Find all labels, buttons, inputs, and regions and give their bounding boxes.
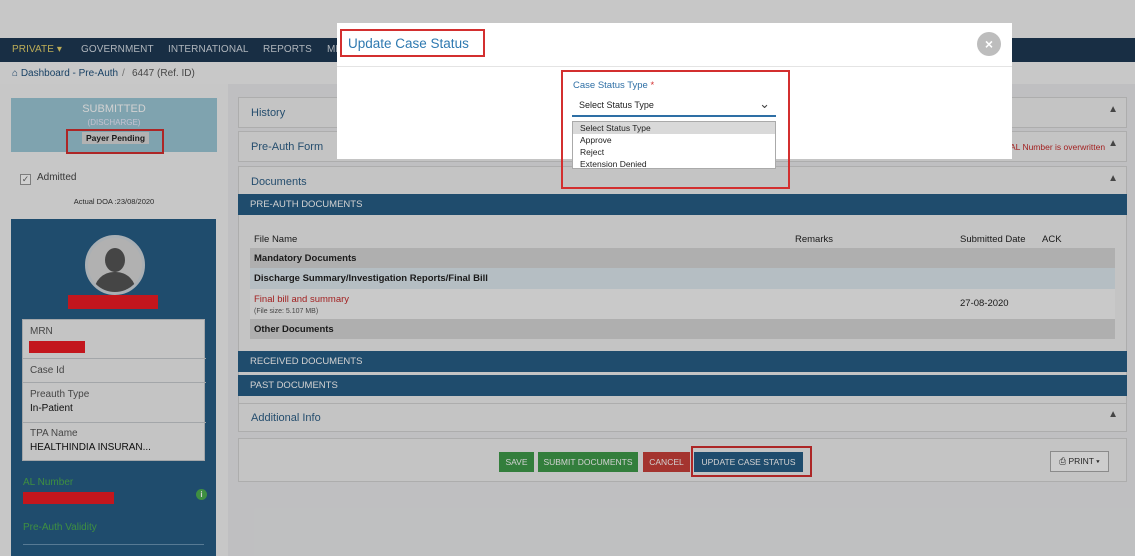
highlight-box [561, 70, 790, 189]
close-icon[interactable]: × [977, 32, 1001, 56]
highlight-box [340, 29, 485, 57]
